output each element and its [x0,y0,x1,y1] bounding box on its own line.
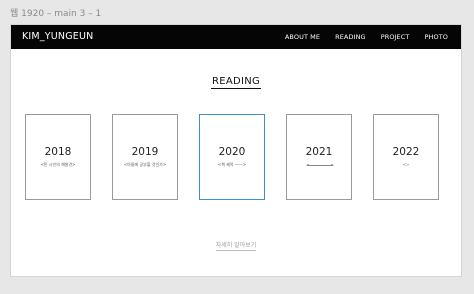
reading-card-2022[interactable]: 2022 <> [373,114,439,200]
reading-card-2018[interactable]: 2018 <민 시인의 해발견> [25,114,91,200]
reading-card-2019[interactable]: 2019 <아들에 공부할 것인가> [112,114,178,200]
nav-item-photo[interactable]: PHOTO [424,33,448,41]
card-subtitle: <아들에 공부할 것인가> [123,162,167,167]
reading-card-2020[interactable]: 2020 <책 제목 ——> [199,114,265,200]
frame-label: 웹 1920 – main 3 – 1 [10,9,102,19]
page-frame: KIM_YUNGEUN ABOUT ME READING PROJECT PHO… [11,25,461,276]
nav-item-about-me[interactable]: ABOUT ME [285,33,320,41]
card-year: 2020 [218,146,246,158]
card-year: 2018 [44,146,72,158]
card-year: 2019 [131,146,159,158]
card-year: 2021 [305,146,333,158]
card-subtitle: <민 시인의 해발견> [40,162,76,167]
card-subtitle: <> [402,162,410,167]
more-button[interactable]: 자세히 알아보기 [215,240,257,251]
nav-item-project[interactable]: PROJECT [381,33,410,41]
nav-item-reading[interactable]: READING [335,33,366,41]
card-year: 2022 [392,146,420,158]
card-subtitle: <책 제목 ——> [217,162,247,167]
section-title: READING [210,76,262,89]
reading-card-2021[interactable]: 2021 [286,114,352,200]
site-logo[interactable]: KIM_YUNGEUN [22,31,93,42]
more-link-wrapper: 자세히 알아보기 [11,232,461,251]
section-heading: READING [11,69,461,89]
top-navbar: KIM_YUNGEUN ABOUT ME READING PROJECT PHO… [11,25,461,49]
main-nav: ABOUT ME READING PROJECT PHOTO [270,25,448,49]
double-arrow-icon [306,164,334,166]
